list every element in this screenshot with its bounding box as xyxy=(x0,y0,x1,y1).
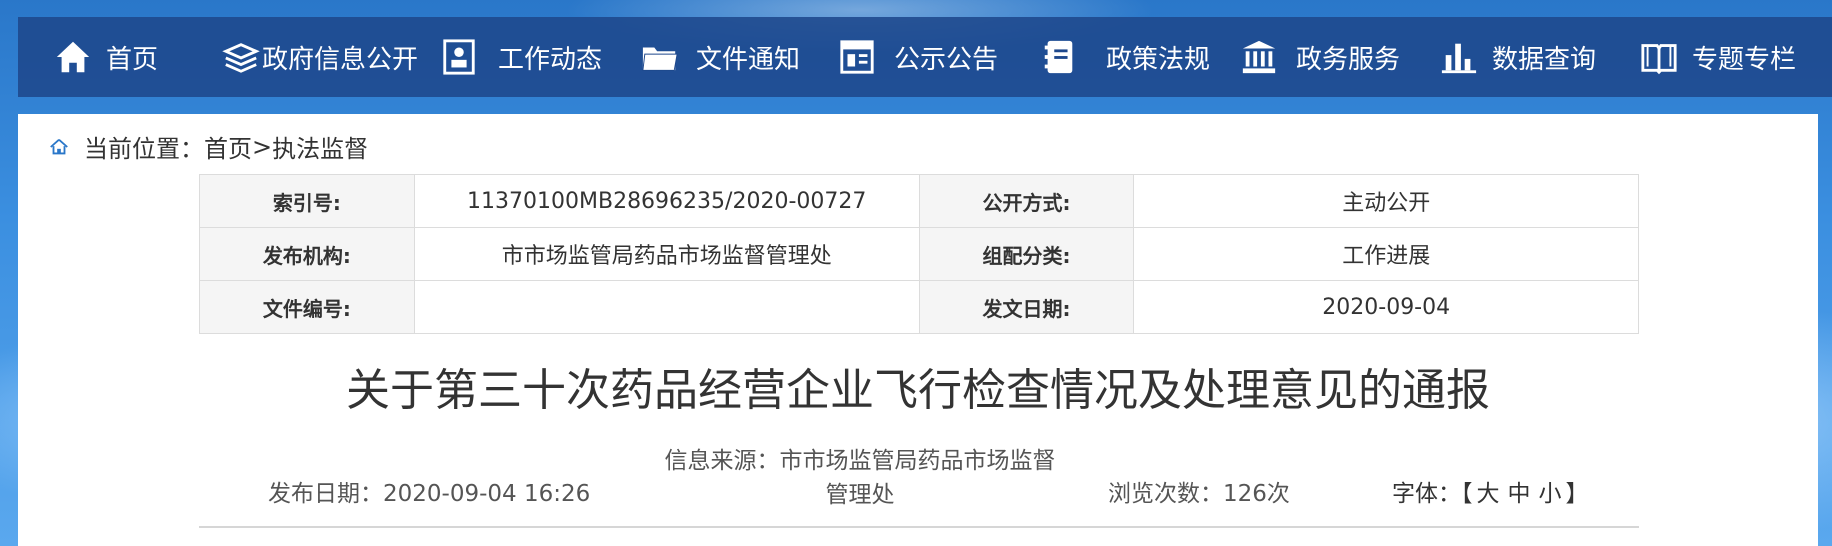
book-icon xyxy=(1044,40,1073,74)
breadcrumb-home-icon xyxy=(50,138,68,154)
nav-label: 文件通知 xyxy=(696,44,801,75)
issue-date-value: 2020-09-04 xyxy=(1133,280,1639,334)
badge-icon xyxy=(443,39,475,75)
org-label: 发布机构: xyxy=(199,227,415,281)
open-method-value: 主动公开 xyxy=(1133,174,1639,228)
publish-date: 发布日期：2020-09-04 16:26 xyxy=(268,481,591,507)
nav-label: 政务服务 xyxy=(1296,44,1401,75)
stack-icon xyxy=(222,43,260,73)
nav-item-gov-info[interactable]: 政府信息公开 xyxy=(222,17,418,97)
org-value: 市市场监管局药品市场监督管理处 xyxy=(413,227,920,281)
index-label: 索引号: xyxy=(199,174,415,228)
breadcrumb-prefix: 当前位置： xyxy=(84,135,204,163)
nav-item-work-news[interactable]: 工作动态 xyxy=(440,17,602,97)
category-label: 组配分类: xyxy=(918,227,1135,281)
font-medium-button[interactable]: 中 xyxy=(1508,481,1531,507)
nav-label: 政策法规 xyxy=(1106,44,1211,75)
open-book-icon xyxy=(1641,44,1677,75)
meta-row: 发布机构: 市市场监管局药品市场监督管理处 组配分类: 工作进展 xyxy=(199,227,1639,281)
doc-number-value xyxy=(413,280,920,334)
nav-item-policy[interactable]: 政策法规 xyxy=(1040,17,1210,97)
nav-label: 专题专栏 xyxy=(1692,44,1797,75)
meta-row: 索引号: 11370100MB28696235/2020-00727 公开方式:… xyxy=(199,174,1639,228)
font-bracket-open: 【 xyxy=(1461,481,1473,507)
folder-icon xyxy=(642,47,678,71)
info-source-line2: 管理处 xyxy=(825,482,895,508)
breadcrumb-current-link[interactable]: 执法监督 xyxy=(272,129,368,164)
nav-label: 政府信息公开 xyxy=(262,44,419,75)
nav-label: 工作动态 xyxy=(498,44,603,75)
nav-item-announcement[interactable]: 公示公告 xyxy=(838,17,998,97)
font-size-label: 字体： xyxy=(1392,481,1461,507)
nav-label: 首页 xyxy=(106,44,159,75)
nav-label: 公示公告 xyxy=(894,44,999,75)
font-large-button[interactable]: 大 xyxy=(1477,481,1500,507)
bar-chart-icon xyxy=(1441,43,1477,74)
divider xyxy=(199,526,1639,528)
institution-icon xyxy=(1242,40,1276,74)
doc-number-label: 文件编号: xyxy=(199,280,415,334)
category-value: 工作进展 xyxy=(1133,227,1639,281)
font-size-control: 字体：【大中小】 xyxy=(1392,474,1589,508)
info-source-line1: 信息来源：市市场监管局药品市场监督 xyxy=(664,448,1056,474)
nav-item-data-query[interactable]: 数据查询 xyxy=(1440,17,1596,97)
nav-item-special-topics[interactable]: 专题专栏 xyxy=(1640,17,1796,97)
board-icon xyxy=(840,40,874,74)
breadcrumb: 当前位置： 首页 > 执法监督 xyxy=(48,129,368,164)
index-value: 11370100MB28696235/2020-00727 xyxy=(413,174,920,228)
nav-label: 数据查询 xyxy=(1492,44,1597,75)
font-bracket-close: 】 xyxy=(1565,481,1589,507)
open-method-label: 公开方式: xyxy=(918,174,1135,228)
info-source: 信息来源：市市场监管局药品市场监督 管理处 xyxy=(650,444,1070,512)
meta-table: 索引号: 11370100MB28696235/2020-00727 公开方式:… xyxy=(199,174,1639,334)
article-title: 关于第三十次药品经营企业飞行检查情况及处理意见的通报 xyxy=(346,365,1490,416)
breadcrumb-separator: > xyxy=(252,132,273,161)
meta-row: 文件编号: 发文日期: 2020-09-04 xyxy=(199,280,1639,334)
breadcrumb-home-link[interactable]: 首页 xyxy=(204,129,252,164)
nav-item-file-notice[interactable]: 文件通知 xyxy=(638,17,800,97)
content-panel: 当前位置： 首页 > 执法监督 索引号: 11370100MB28696235/… xyxy=(18,114,1818,546)
nav-item-home[interactable]: 首页 xyxy=(54,17,158,97)
font-small-button[interactable]: 小 xyxy=(1539,481,1562,507)
home-icon xyxy=(56,41,90,73)
view-count: 浏览次数：126次 xyxy=(1108,481,1290,507)
issue-date-label: 发文日期: xyxy=(918,280,1135,334)
nav-item-services[interactable]: 政务服务 xyxy=(1240,17,1400,97)
main-nav: 首页 政府信息公开 工作动态 文件通知 公示公告 政策法规 政务服务 数据查询 … xyxy=(18,17,1832,97)
